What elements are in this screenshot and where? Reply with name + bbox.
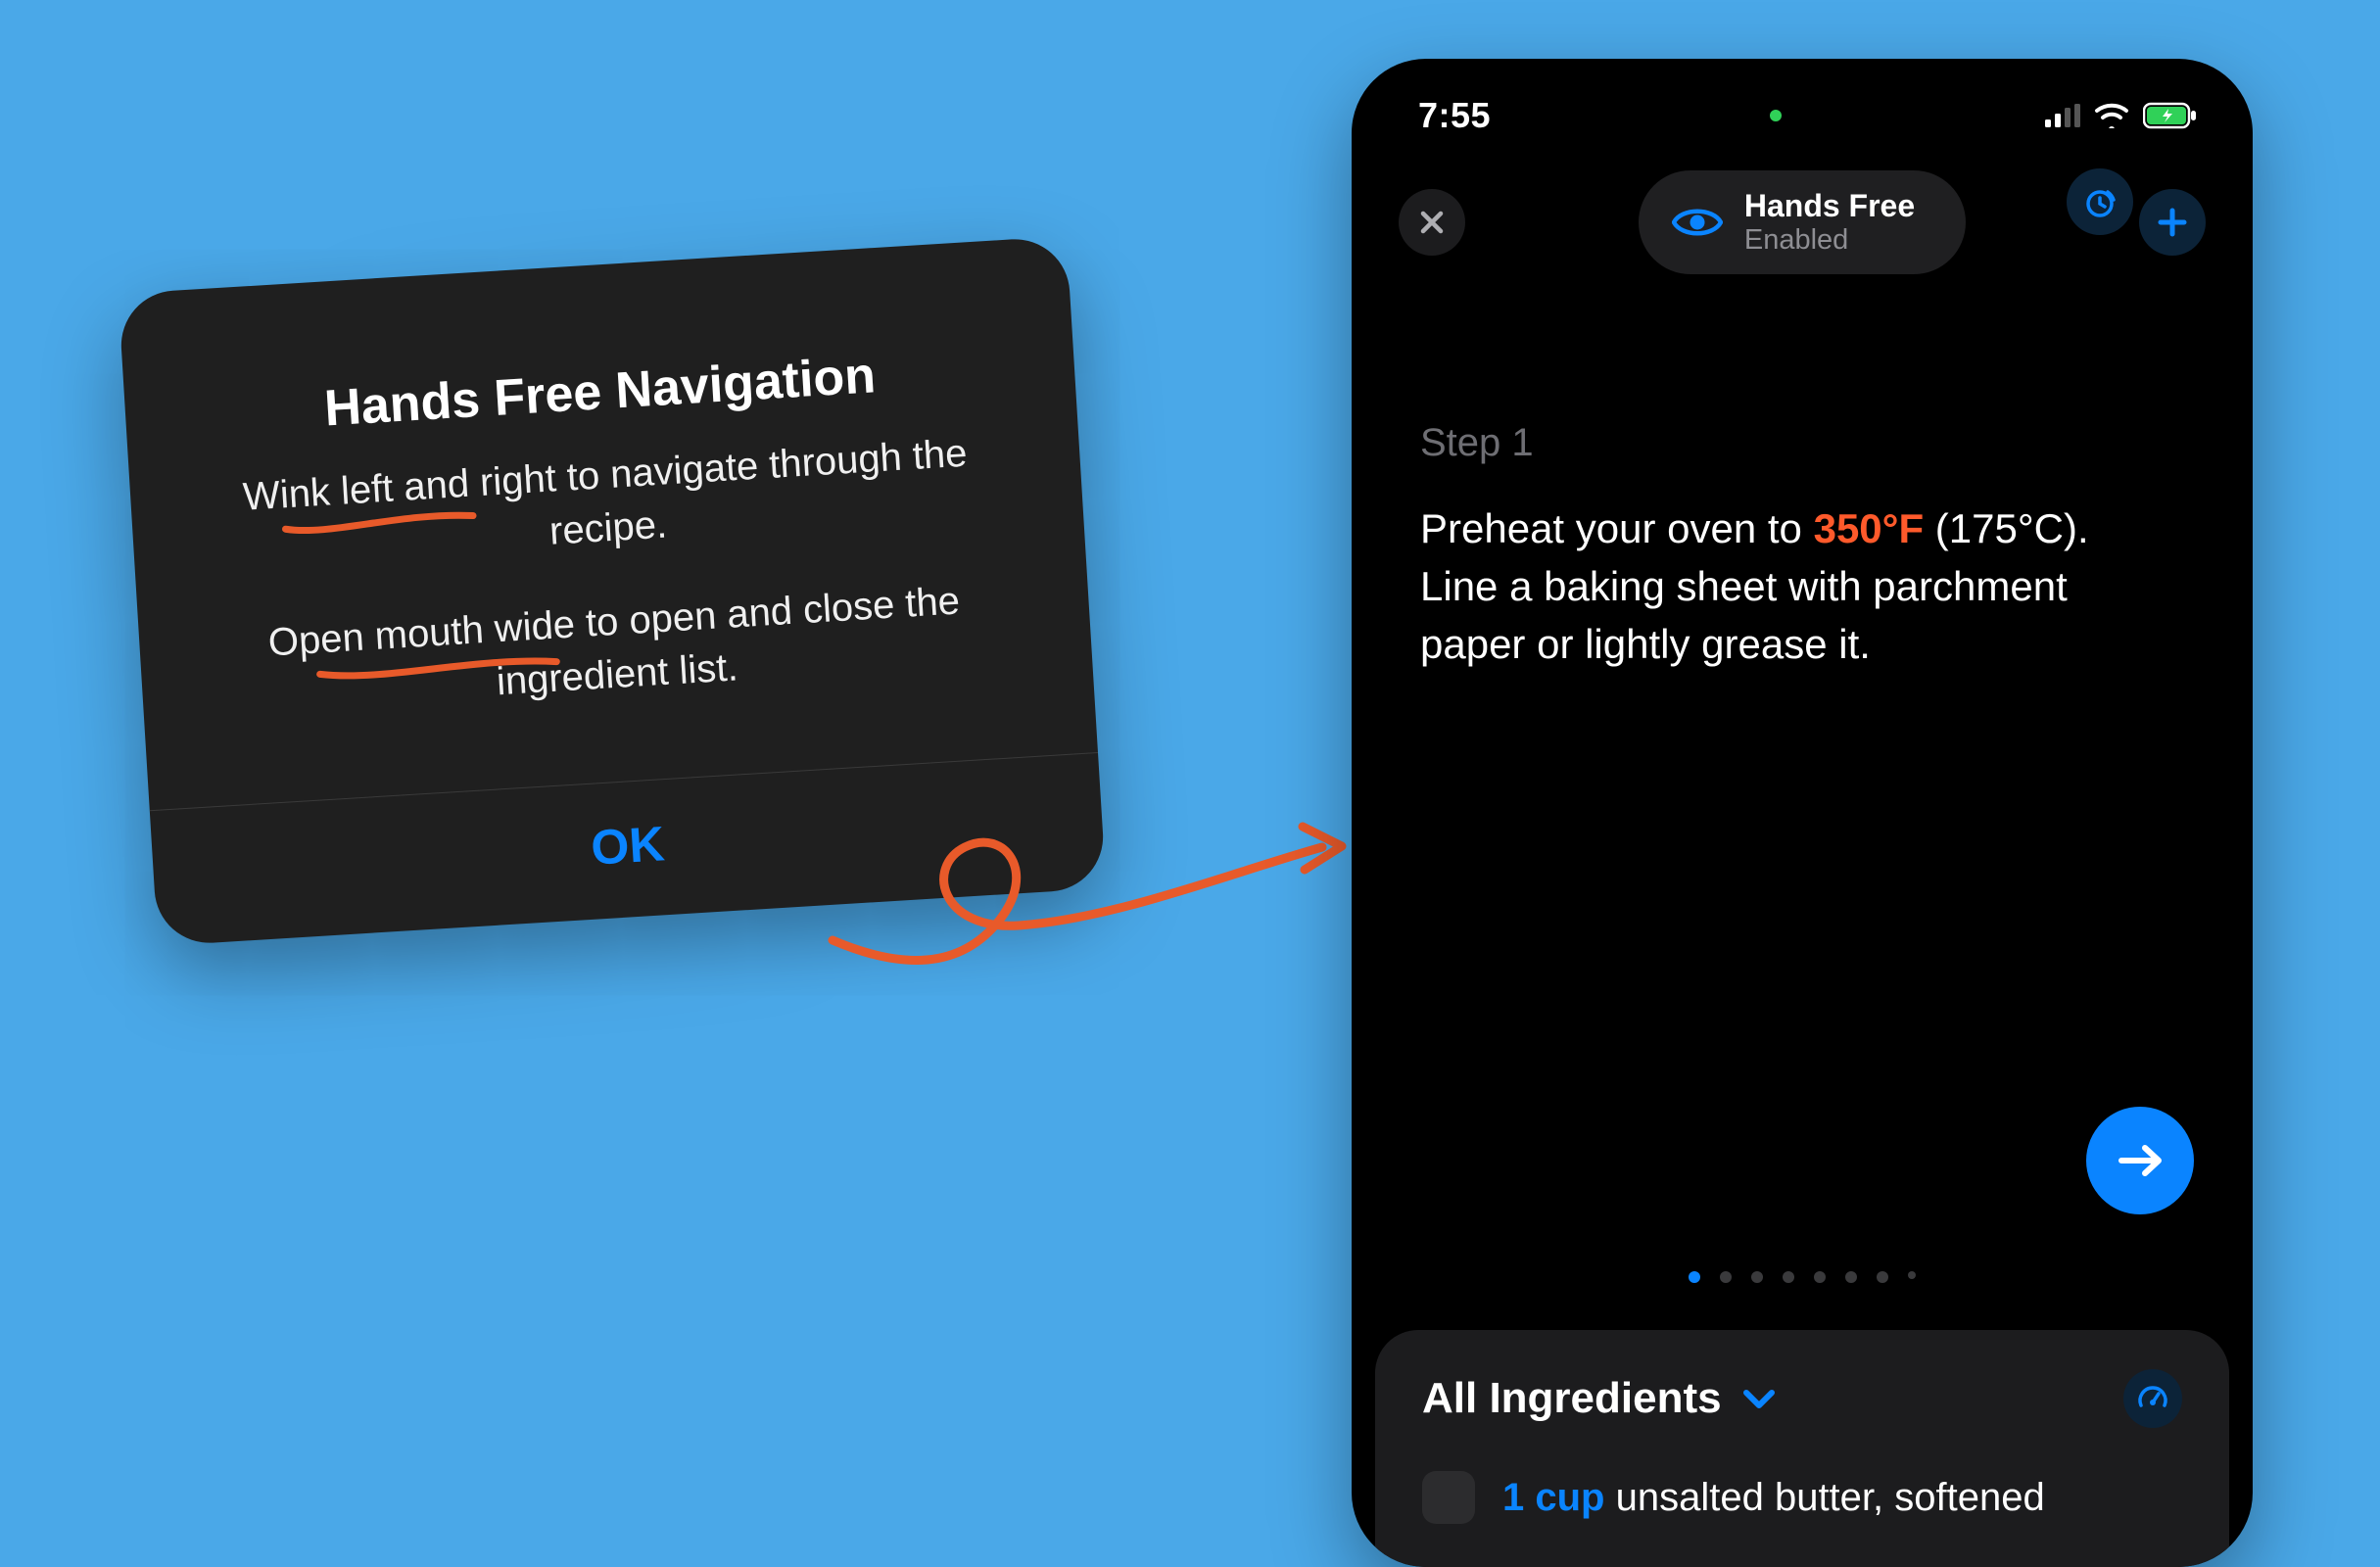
dialog-line2-rest: wide to open and close the ingredient li… [482, 579, 961, 703]
dialog-body-2: Open mouth wide to open and close the in… [207, 571, 1024, 726]
step-text-pre: Preheat your oven to [1420, 505, 1814, 551]
status-bar: 7:55 [1352, 59, 2253, 153]
close-button[interactable] [1399, 189, 1465, 256]
step-instruction: Preheat your oven to 350°F (175°C). Line… [1420, 500, 2184, 673]
page-dot [1908, 1271, 1916, 1279]
page-dot [1877, 1271, 1888, 1283]
phone-frame: 7:55 [1352, 59, 2253, 1567]
arrow-right-icon [2116, 1141, 2165, 1180]
ingredient-name: unsalted butter, softened [1616, 1476, 2045, 1519]
dialog-line2-emphasis: Open mouth [267, 608, 485, 664]
timer-button[interactable] [2067, 168, 2133, 235]
ingredient-checkbox[interactable] [1422, 1471, 1475, 1524]
next-step-button[interactable] [2086, 1107, 2194, 1214]
ingredients-panel[interactable]: All Ingredients 1 cup [1375, 1330, 2229, 1567]
battery-charging-icon [2143, 102, 2198, 129]
ingredient-row[interactable]: 1 cup unsalted butter, softened [1422, 1471, 2182, 1524]
add-button[interactable] [2139, 189, 2206, 256]
plus-icon [2156, 206, 2189, 239]
dialog-line1-rest: and right to navigate through the recipe… [392, 432, 969, 553]
gauge-icon [2136, 1382, 2169, 1415]
page-dot [1783, 1271, 1794, 1283]
step-pagination [1352, 1271, 2253, 1283]
hands-free-dialog: Hands Free Navigation Wink left and righ… [119, 236, 1107, 946]
pill-title: Hands Free [1744, 188, 1915, 224]
ingredients-toggle[interactable]: All Ingredients [1422, 1374, 1777, 1423]
pill-subtitle: Enabled [1744, 224, 1915, 257]
page-dot [1814, 1271, 1826, 1283]
chevron-down-icon [1741, 1387, 1777, 1410]
hands-free-pill[interactable]: Hands Free Enabled [1639, 170, 1966, 274]
page-dot [1845, 1271, 1857, 1283]
scale-button[interactable] [2123, 1369, 2182, 1428]
cellular-signal-icon [2045, 104, 2080, 127]
eye-icon [1672, 205, 1723, 240]
page-dot [1720, 1271, 1732, 1283]
clock-icon [2082, 184, 2118, 219]
status-time: 7:55 [1418, 95, 1491, 136]
dialog-title: Hands Free Navigation [193, 338, 1008, 447]
ok-button[interactable]: OK [590, 815, 666, 876]
dialog-body: Wink left and right to navigate through … [198, 424, 1016, 579]
wifi-icon [2094, 103, 2129, 128]
page-dot [1751, 1271, 1763, 1283]
ingredients-title: All Ingredients [1422, 1374, 1722, 1423]
step-label: Step 1 [1420, 421, 2184, 465]
camera-indicator-icon [1770, 110, 1782, 121]
ingredient-quantity: 1 cup [1502, 1476, 1604, 1519]
close-icon [1418, 209, 1446, 236]
page-dot [1689, 1271, 1700, 1283]
dialog-line1-emphasis: Wink left [242, 467, 395, 519]
step-temperature: 350°F [1814, 505, 1925, 551]
